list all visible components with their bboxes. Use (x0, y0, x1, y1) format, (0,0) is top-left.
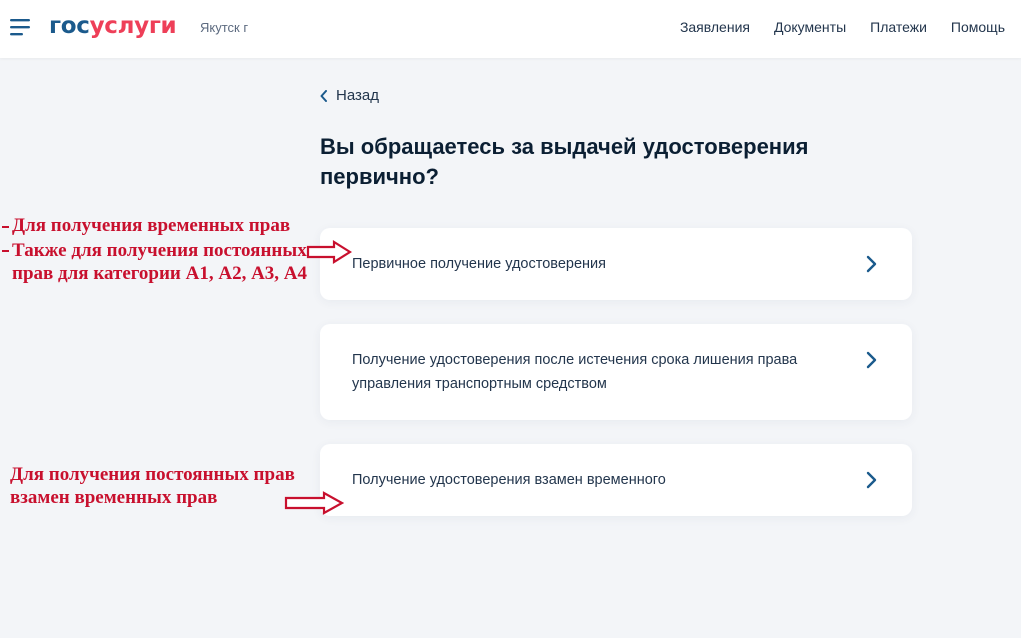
option-label: Получение удостоверения взамен временног… (352, 472, 666, 488)
hollow-arrow-right-icon (306, 240, 352, 264)
option-primary-license[interactable]: Первичное получение удостоверения (320, 228, 912, 300)
city-selector[interactable]: Якутск г (200, 20, 248, 35)
nav-applications[interactable]: Заявления (680, 19, 750, 35)
top-header: госуслуги Якутск г Заявления Документы П… (0, 0, 1021, 58)
chevron-right-icon (866, 255, 877, 273)
chevron-left-icon (320, 89, 327, 102)
nav-documents[interactable]: Документы (774, 19, 846, 35)
top-nav: Заявления Документы Платежи Помощь (680, 19, 1005, 35)
nav-payments[interactable]: Платежи (870, 19, 927, 35)
annotation-replace-temporary: Для получения постоянных прав взамен вре… (10, 464, 295, 508)
hollow-arrow-right-icon (284, 491, 344, 515)
burger-menu-icon[interactable] (10, 17, 32, 37)
annotation-temporary-license: Для получения временных прав (12, 215, 291, 236)
page-title: Вы обращаетесь за выдачей удостоверения … (320, 134, 809, 189)
gosuslugi-logo[interactable]: госуслуги (49, 12, 177, 40)
chevron-right-icon (866, 471, 877, 489)
annotation-dash (2, 250, 9, 252)
option-label: Получение удостоверения после истечения … (352, 352, 798, 392)
logo-part-gos: гос (49, 13, 90, 39)
back-link[interactable]: Назад (320, 87, 379, 104)
chevron-right-icon (866, 351, 877, 369)
option-after-deprivation[interactable]: Получение удостоверения после истечения … (320, 324, 912, 420)
back-link-label: Назад (336, 87, 379, 104)
option-label: Первичное получение удостоверения (352, 256, 606, 272)
annotation-permanent-categories: Также для получения постоянных прав для … (12, 240, 308, 284)
option-replace-temporary[interactable]: Получение удостоверения взамен временног… (320, 444, 912, 516)
nav-help[interactable]: Помощь (951, 19, 1005, 35)
logo-part-uslugi: услуги (89, 13, 177, 39)
annotation-dash (2, 226, 9, 228)
